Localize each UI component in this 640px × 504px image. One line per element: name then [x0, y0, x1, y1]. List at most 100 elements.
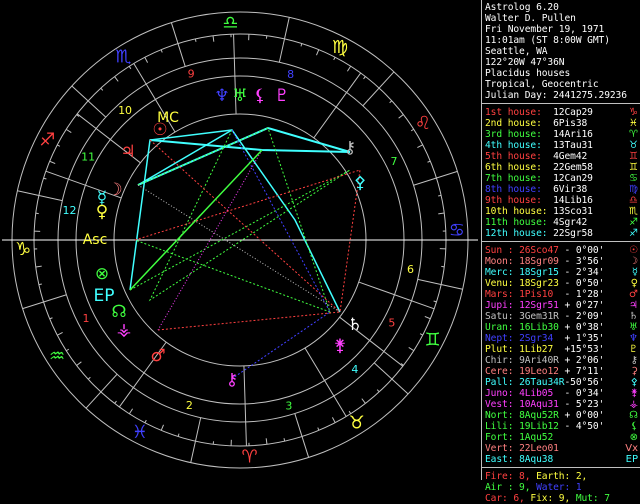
- sign-tick: [39, 284, 42, 285]
- sign-tick: [347, 66, 350, 71]
- element-count-line-text: Earth: 2,: [530, 471, 587, 482]
- planet-icon: ⚷: [631, 355, 638, 366]
- sign-tick: [44, 178, 47, 179]
- sign-glyph: ♈: [241, 446, 257, 467]
- sign-tick: [428, 161, 431, 162]
- house-cusp: [359, 282, 434, 309]
- planet-row: Jupi: 12Sgr51 + 0°27': [485, 300, 604, 311]
- sign-glyph: ♒: [49, 346, 65, 367]
- planet-row-text: -50°56': [564, 377, 604, 388]
- house-cusp: [314, 73, 361, 138]
- house-row: 11th house: 4Sgr42: [485, 217, 587, 228]
- house-row-text: 13Sco31: [553, 206, 593, 217]
- sign-tick: [161, 425, 163, 431]
- planet-row-text: East:: [485, 454, 519, 465]
- house-number: 1: [82, 312, 89, 325]
- aspect-line: [130, 150, 262, 290]
- house-sign-icon: ♊: [629, 151, 638, 162]
- planet-row-text: 26Tau34R: [519, 377, 564, 388]
- planet-row-text: Pall:: [485, 377, 519, 388]
- planet-row-text: 18Sgr15: [519, 267, 564, 278]
- sign-glyph: ♋: [449, 220, 465, 241]
- house-row-text: 14Lib16: [553, 195, 593, 206]
- sign-tick: [434, 301, 437, 302]
- sign-tick: [72, 86, 106, 117]
- node-glyph-wheel: ☊: [111, 302, 126, 322]
- planet-row: Fort: 1Aqu52: [485, 432, 564, 443]
- planet-row-text: - 0°50': [564, 278, 604, 289]
- house-row-text: 1st house:: [485, 107, 553, 118]
- mars-glyph-wheel: ♃: [120, 142, 135, 162]
- sign-tick: [425, 316, 431, 318]
- planet-row-text: Venu:: [485, 278, 519, 289]
- header-line: Fri November 19, 1971: [485, 24, 604, 35]
- house-sign-icon: ♓: [629, 118, 638, 129]
- house-number: 7: [391, 155, 398, 168]
- neptune-glyph-wheel: ♆: [214, 86, 229, 106]
- planet-row-text: Satu:: [485, 311, 519, 322]
- header-line-text: Placidus houses: [485, 68, 570, 79]
- planet-icon: ⚸: [631, 421, 638, 432]
- house-row-text: 8th house:: [485, 184, 553, 195]
- sign-glyph: ♓: [132, 422, 148, 443]
- header-line: 122°20W 47°36N: [485, 57, 564, 68]
- house-row-text: 14Ari16: [553, 129, 593, 140]
- house-sign-icon: ♍: [629, 184, 638, 195]
- sign-tick: [363, 72, 394, 106]
- planet-row-text: 8Aqu52R: [519, 410, 564, 421]
- header-line-text: Fri November 19, 1971: [485, 24, 604, 35]
- sign-tick: [88, 377, 90, 379]
- planet-row-text: Uran:: [485, 322, 519, 333]
- planet-row-text: - 0°00': [564, 245, 604, 256]
- sign-tick: [374, 363, 408, 394]
- planet-row-text: - 0°34': [564, 388, 604, 399]
- sign-tick: [115, 77, 119, 82]
- header-line-text: Astrolog 6.20: [485, 2, 559, 13]
- sign-tick: [57, 145, 60, 146]
- header-line: Walter D. Pullen: [485, 13, 576, 24]
- house-row-text: 12Cap29: [553, 107, 593, 118]
- house-row-text: 4Gem42: [553, 151, 587, 162]
- planet-row-text: 1Pis10: [519, 289, 564, 300]
- header-line: Julian Day: 2441275.29236: [485, 90, 627, 101]
- element-count-line-text: Fire: 8,: [485, 471, 530, 482]
- house-row-text: 7th house:: [485, 173, 553, 184]
- planet-icon: ⚵: [631, 388, 638, 399]
- planet-row-text: + 0°00': [564, 410, 604, 421]
- planet-row-text: Juno:: [485, 388, 519, 399]
- header-line-text: Tropical, Geocentric: [485, 79, 599, 90]
- house-row-text: 13Tau31: [553, 140, 593, 151]
- planet-row: Pall: 26Tau34R-50°56': [485, 377, 604, 388]
- modality-count-line: Car: 6, Fix: 9, Mut: 7: [485, 493, 610, 504]
- planet-row-text: 4Lib05: [519, 388, 564, 399]
- house-sign-icon: ♎: [629, 195, 638, 206]
- house-row: 9th house: 14Lib16: [485, 195, 593, 206]
- planet-icon: ♂: [629, 289, 638, 300]
- planet-row-text: 18Sgr09: [519, 256, 564, 267]
- planet-row-text: 1Aqu52: [519, 432, 564, 443]
- house-row: 5th house: 4Gem42: [485, 151, 587, 162]
- house-sign-icon: ♑: [629, 107, 638, 118]
- sign-tick: [171, 23, 185, 67]
- juno-glyph-wheel: ⚵: [334, 336, 346, 356]
- element-count-line-text: Water: 1: [530, 482, 581, 493]
- planet-icon: ⊗: [630, 432, 638, 443]
- house-number: 2: [186, 399, 193, 412]
- sign-tick: [115, 401, 117, 403]
- planet-icon: ☉: [629, 245, 638, 256]
- house-row: 4th house: 13Tau31: [485, 140, 593, 151]
- planet-row-text: 18Sgr23: [519, 278, 564, 289]
- planet-row-text: 10Aqu31: [519, 399, 564, 410]
- header-line-text: 122°20W 47°36N: [485, 57, 564, 68]
- house-sign-icon: ♉: [629, 140, 638, 151]
- house-row-text: 12th house:: [485, 228, 553, 239]
- house-row: 12th house: 22Sgr58: [485, 228, 593, 239]
- planet-row-text: 16Lib30: [519, 322, 564, 333]
- sign-tick: [318, 428, 319, 431]
- panel-separator: [482, 103, 640, 104]
- planet-row-text: Merc:: [485, 267, 519, 278]
- house-row: 7th house: 12Can29: [485, 173, 593, 184]
- planet-row-text: 1Lib27: [519, 344, 564, 355]
- planet-row-text: Nept:: [485, 333, 519, 344]
- house-row-text: 9th house:: [485, 195, 553, 206]
